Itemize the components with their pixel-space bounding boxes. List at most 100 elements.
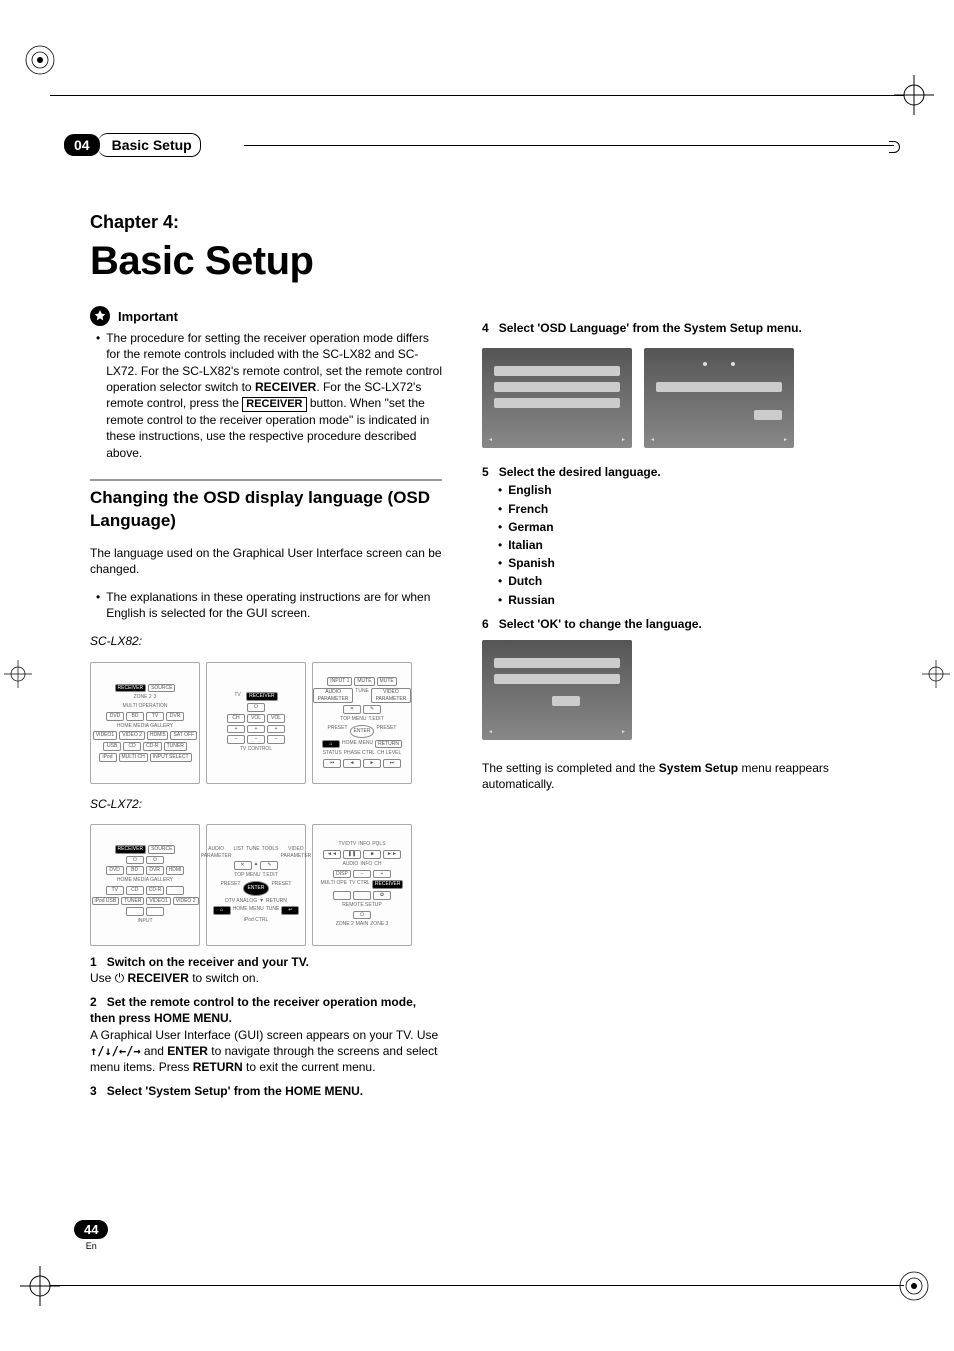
remote-diagram-panel: INPUT 1 MUTE MUTE AUDIO PARAMETER TUNE V… — [312, 662, 412, 784]
audio-param-label: AUDIO PARAMETER — [201, 846, 232, 860]
multi-op-label: MULTI OPERATION — [122, 703, 167, 710]
step-1: 1 Switch on the receiver and your TV. Us… — [90, 954, 442, 986]
ch-label: CH — [374, 861, 381, 868]
osd-bullet-text: The explanations in these operating inst… — [106, 589, 442, 621]
power-button: ⏻ — [247, 703, 265, 712]
osd-screenshot: ◄► — [644, 348, 794, 448]
pqls-label: PQLS — [372, 841, 385, 848]
home-menu-button-icon: ⌂ — [322, 740, 340, 749]
step-bold: Select 'OK' to change the language. — [499, 617, 702, 631]
home-menu-button-icon: ⌂ — [213, 906, 231, 915]
video1-button: VIDEO1 — [146, 897, 170, 906]
osd-bullet: • The explanations in these operating in… — [96, 589, 442, 621]
section-rule — [244, 145, 894, 146]
tuner-button: TUNER — [164, 742, 187, 751]
step-6: 6 Select 'OK' to change the language. — [482, 616, 842, 632]
video2-button: VIDEO 2 — [119, 731, 145, 740]
tune-label: TUNE — [266, 906, 280, 915]
remote-setup-label: REMOTE SETUP — [342, 902, 381, 909]
section-number: 04 — [64, 134, 100, 156]
crop-line — [50, 1285, 904, 1286]
cd-button: CD — [123, 742, 141, 751]
mute-button: MUTE — [377, 677, 397, 686]
source-button: SOURCE — [148, 845, 175, 854]
step-text: to switch on. — [189, 971, 259, 985]
receiver-box-label: RECEIVER — [242, 397, 306, 412]
important-text: The procedure for setting the receiver o… — [106, 330, 442, 461]
video-param-button: VIDEO PARAMETER — [371, 688, 411, 704]
home-menu-label: HOME MENU — [342, 740, 373, 749]
registration-cross-icon — [4, 660, 32, 688]
dtv-label: DTV ANALOG — [225, 898, 257, 905]
tv-button: TV — [146, 712, 164, 721]
receiver-label: RECEIVER — [124, 971, 189, 985]
hdmi5-button: HDMI5 — [147, 731, 169, 740]
info-label: INFO — [358, 841, 370, 848]
remote-diagram-lx72: RECEIVERSOURCE ⏻⏻ DVD BD DVR HDMI HOME M… — [90, 824, 442, 946]
model-label-lx72: SC-LX72: — [90, 796, 442, 812]
minus-button: – — [353, 870, 371, 879]
zone3-label: 3 — [154, 694, 157, 701]
minus-button: – — [227, 735, 245, 744]
closing-bold: System Setup — [659, 761, 738, 775]
blank-button — [126, 907, 144, 916]
cdr-button: CD-R — [146, 886, 165, 895]
rew-button: ◄ — [343, 759, 361, 768]
important-heading: Important — [90, 306, 442, 326]
step-text: to exit the current menu. — [243, 1060, 376, 1074]
dvr-button: DVR — [146, 866, 164, 875]
remote-diagram-panel: RECEIVERSOURCE ZONE 23 MULTI OPERATION D… — [90, 662, 200, 784]
bullet-dot: • — [96, 589, 100, 621]
bullet-dot: • — [96, 330, 100, 461]
power-button: ⏻ — [126, 856, 144, 865]
step-text: Use — [90, 971, 115, 985]
return-label: RETURN — [193, 1060, 243, 1074]
receiver-button: RECEIVER — [115, 845, 147, 854]
bd-button: BD — [126, 712, 144, 721]
hdmi-button: HDMI — [166, 866, 185, 875]
input-label: INPUT — [138, 918, 153, 925]
ipod-ctrl-label: iPod CTRL — [244, 917, 268, 924]
important-icon — [90, 306, 110, 326]
home-media-label: HOME MEDIA GALLERY — [117, 723, 173, 730]
receiver-button: RECEIVER — [115, 684, 147, 693]
arrow-keys: ↑/↓/←/→ — [90, 1044, 141, 1058]
tv-control-label: TV CONTROL — [240, 746, 272, 753]
tedit-label: T.EDIT — [262, 872, 277, 879]
receiver-bold: RECEIVER — [255, 380, 316, 394]
power-button: ⏻ — [146, 856, 164, 865]
registration-mark-icon — [894, 1266, 934, 1306]
tune-label: TUNE — [355, 688, 369, 704]
osd-heading: Changing the OSD display language (OSD L… — [90, 479, 442, 533]
input-select-button: INPUT SELECT — [150, 753, 192, 762]
crop-line — [50, 95, 904, 96]
minus-button: – — [267, 735, 285, 744]
important-bullet: • The procedure for setting the receiver… — [96, 330, 442, 461]
dvr-button: DVR — [166, 712, 184, 721]
rew-button: ◄◄ — [323, 850, 341, 859]
step-5: 5 Select the desired language. — [482, 464, 842, 480]
page-number-block: 44 En — [74, 1220, 108, 1251]
step-num: 5 — [482, 465, 489, 479]
osd-intro: The language used on the Graphical User … — [90, 545, 442, 577]
language-list: •English •French •German •Italian •Spani… — [492, 482, 842, 607]
power-icon: ⏻ — [115, 971, 125, 985]
plus-button: + — [247, 725, 265, 734]
step-num: 2 — [90, 995, 97, 1009]
step-text: A Graphical User Interface (GUI) screen … — [90, 1028, 438, 1042]
ch-level-label: CH LEVEL — [377, 750, 401, 757]
closing-text-a: The setting is completed and the — [482, 761, 659, 775]
preset-label: PRESET — [328, 725, 348, 738]
remote-diagram-panel: RECEIVERSOURCE ⏻⏻ DVD BD DVR HDMI HOME M… — [90, 824, 200, 946]
remote-diagram-panel: AUDIO PARAMETERLISTTUNETOOLSVIDEO PARAME… — [206, 824, 306, 946]
language-item: English — [508, 482, 551, 498]
main-label: MAIN — [356, 921, 369, 928]
input1-button: INPUT 1 — [327, 677, 352, 686]
multi-ope-label: MULTI OPE — [321, 880, 348, 889]
audio-param-button: AUDIO PARAMETER — [313, 688, 353, 704]
top-menu-label: TOP MENU — [340, 716, 366, 723]
blank-button — [353, 891, 371, 900]
zone3-label: ZONE 3 — [370, 921, 388, 928]
enter-button: ENTER — [243, 881, 270, 896]
receiver-switch-label: RECEIVER — [246, 692, 278, 701]
